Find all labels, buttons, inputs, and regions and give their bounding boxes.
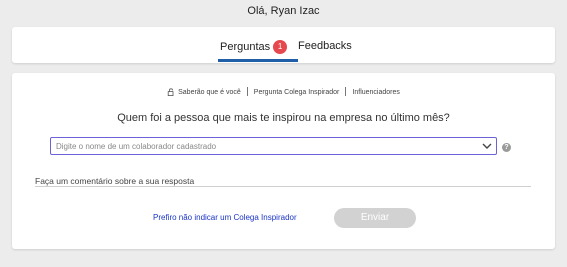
question-card: Saberão que é você Pergunta Colega Inspir… [12, 73, 555, 249]
greeting-text: Olá, Ryan Izac [247, 5, 320, 17]
tab-feedbacks[interactable]: Feedbacks [298, 40, 352, 52]
chevron-down-icon[interactable] [481, 140, 493, 152]
comment-field[interactable] [35, 171, 531, 187]
unlock-icon [167, 88, 174, 96]
breadcrumb-divider [246, 87, 248, 96]
breadcrumb-identified: Saberão que é você [178, 89, 241, 96]
tab-feedbacks-label: Feedbacks [298, 40, 352, 52]
breadcrumb: Saberão que é você Pergunta Colega Inspir… [12, 87, 555, 96]
active-tab-indicator [218, 59, 298, 62]
breadcrumb-question-type: Pergunta Colega Inspirador [253, 89, 340, 96]
submit-button[interactable]: Enviar [334, 208, 416, 228]
breadcrumb-divider [345, 87, 347, 96]
colleague-select[interactable] [50, 137, 497, 155]
breadcrumb-influencers: Influenciadores [352, 89, 400, 96]
colleague-search-input[interactable] [56, 140, 476, 152]
comment-input[interactable] [35, 176, 531, 186]
question-title: Quem foi a pessoa que mais te inspirou n… [117, 112, 450, 124]
skip-nomination-link[interactable]: Prefiro não indicar um Colega Inspirador [153, 213, 297, 222]
notification-badge: 1 [273, 40, 288, 54]
tabs-bar: Perguntas 1 Feedbacks [12, 27, 555, 63]
help-icon[interactable]: ? [502, 143, 511, 152]
tab-perguntas[interactable]: Perguntas 1 [220, 40, 288, 54]
tab-perguntas-label: Perguntas [220, 41, 271, 53]
